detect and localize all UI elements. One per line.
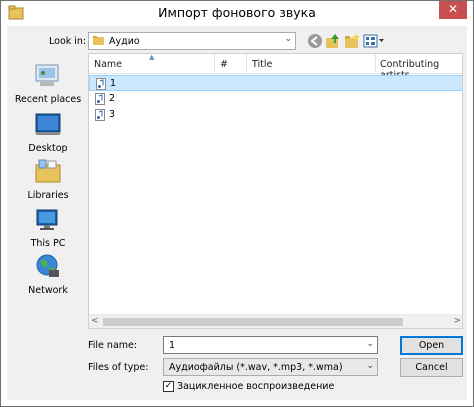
column-header: Name ▲ # Title Contributing artists [89,53,462,81]
file-type-label: Files of type: [88,362,149,373]
file-row[interactable]: 1 [89,75,462,91]
look-in-combo[interactable]: Аудио ⌄ [88,32,296,50]
file-name: 2 [109,93,116,104]
file-row[interactable]: 2 [89,91,462,107]
column-number[interactable]: # [220,59,228,70]
column-name[interactable]: Name [94,59,122,70]
desktop-icon [35,113,61,135]
column-divider[interactable] [246,54,247,74]
column-divider[interactable] [375,54,376,74]
sort-ascending-icon: ▲ [149,53,155,61]
chevron-down-icon[interactable]: ⌄ [366,339,374,349]
file-type-value: Аудиофайлы (*.wav, *.mp3, *.wma) [169,362,343,373]
libraries-icon [35,159,61,183]
column-divider[interactable] [214,54,215,74]
close-button[interactable]: ✕ [439,1,467,19]
file-list[interactable]: Name ▲ # Title Contributing artists 1 2 [88,53,463,329]
back-icon[interactable] [307,33,323,49]
file-row[interactable]: 3 [89,107,462,123]
audio-file-icon [95,93,105,105]
scroll-right-icon[interactable]: > [453,316,461,326]
audio-file-icon [95,109,105,121]
open-button[interactable]: Open [400,336,463,355]
network-icon [36,254,59,277]
file-name: 1 [110,78,117,89]
window-title: Импорт фонового звука [158,5,316,20]
file-name-label: File name: [88,340,138,351]
view-menu-icon[interactable] [363,33,385,49]
place-libraries[interactable]: Libraries [11,157,85,201]
place-label: Recent places [14,94,82,105]
place-network[interactable]: Network [11,252,85,296]
horizontal-scrollbar[interactable]: < > [89,314,462,328]
file-name-value: 1 [169,340,176,351]
place-label: Desktop [28,143,68,154]
chevron-down-icon[interactable]: ⌄ [284,34,292,44]
place-desktop[interactable]: Desktop [11,110,85,154]
file-name-input[interactable]: 1 ⌄ [163,336,378,354]
checkmark-icon[interactable]: ✓ [163,381,174,392]
place-label: Libraries [27,190,69,201]
look-in-label: Look in: [49,36,87,47]
dialog-window: Импорт фонового звука ✕ Look in: Аудио ⌄ [0,0,474,407]
new-folder-icon[interactable] [344,33,360,49]
file-name: 3 [109,109,116,120]
up-folder-icon[interactable] [325,33,341,49]
chevron-down-icon[interactable]: ⌄ [366,361,374,371]
look-in-value: Аудио [109,36,140,47]
place-label: Network [28,285,68,296]
recent-places-icon [35,64,59,86]
place-this-pc[interactable]: This PC [11,205,85,249]
title-bar[interactable]: Импорт фонового звука ✕ [1,1,473,25]
place-label: This PC [30,238,66,249]
cancel-button[interactable]: Cancel [400,358,463,377]
place-recent-places[interactable]: Recent places [11,61,85,105]
column-title[interactable]: Title [252,59,272,70]
file-type-select[interactable]: Аудиофайлы (*.wav, *.mp3, *.wma) ⌄ [163,358,378,376]
scrollbar-thumb[interactable] [103,318,403,326]
scroll-left-icon[interactable]: < [91,316,99,326]
folder-icon [93,36,104,45]
this-pc-icon [36,209,58,230]
places-bar: Recent places Desktop Libraries This PC … [11,53,85,313]
loop-playback-label: Зацикленное воспроизведение [177,381,335,392]
audio-file-icon [96,78,106,90]
